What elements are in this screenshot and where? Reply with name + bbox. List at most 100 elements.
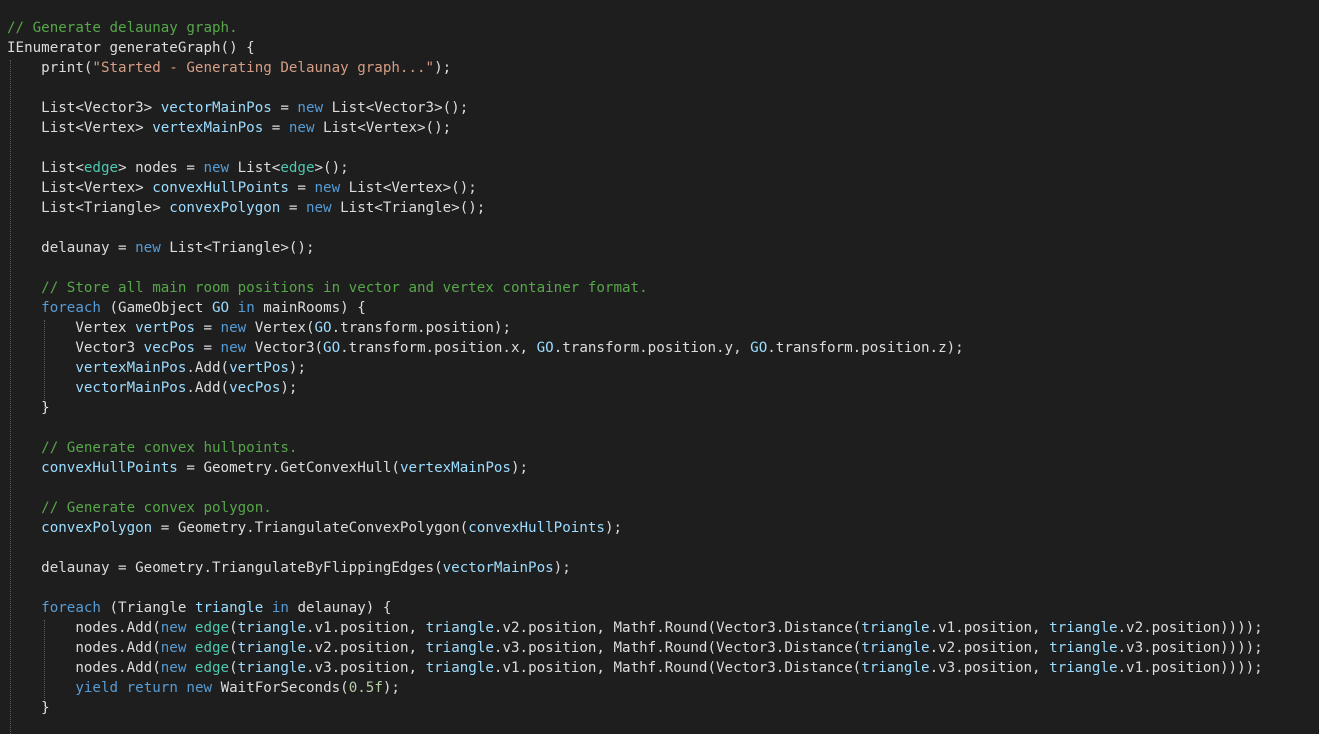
code-token-default: ); [280,380,298,396]
code-token-variable: vectorMainPos [442,560,554,576]
code-token-variable: vertexMainPos [152,120,264,136]
code-token-default: ); [382,680,400,696]
code-token-default: .v2.position, [929,640,1050,656]
code-line: delaunay = Geometry.TriangulateByFlippin… [7,558,1263,578]
code-token-variable: triangle [861,640,930,656]
code-token-default: .v1.position, [929,620,1050,636]
code-line: foreach (GameObject GO in mainRooms) { [7,298,1263,318]
code-token-variable: GO [536,340,554,356]
code-token-comment: // Generate delaunay graph. [7,20,238,36]
code-token-default: .v3.position, Mathf.Round(Vector3.Distan… [493,640,862,656]
code-editor[interactable]: // Generate delaunay graph. IEnumerator g… [0,0,1319,734]
code-token-variable: vertPos [135,320,195,336]
code-token-default: .v3.position)))); [1117,640,1263,656]
code-token-keyword: foreach [41,600,101,616]
code-token-string: "Started - Generating Delaunay graph..." [92,60,435,76]
code-token-keyword: new [305,200,332,216]
code-line: ​ [7,578,1263,598]
code-line: List<Vector3> vectorMainPos = new List<V… [7,98,1263,118]
code-token-type: edge [194,660,230,676]
code-token-default: Vector3( [246,340,324,356]
code-token-default: ); [553,560,571,576]
code-token-default: Vertex( [246,320,315,336]
code-line: nodes.Add(new edge(triangle.v2.position,… [7,638,1263,658]
code-token-variable: GO [314,320,332,336]
code-line: ​ [7,138,1263,158]
code-token-variable: convexHullPoints [468,520,605,536]
code-line: List<Vertex> vertexMainPos = new List<Ve… [7,118,1263,138]
code-line: nodes.Add(new edge(triangle.v1.position,… [7,618,1262,638]
code-token-default: (GameObject [100,300,213,316]
code-token-variable: vectorMainPos [160,100,272,116]
code-token-type: edge [280,160,315,176]
code-line: vertexMainPos.Add(vertPos); [7,358,1263,378]
code-token-keyword: new [314,180,341,196]
code-line: yield return new WaitForSeconds(0.5f); [7,678,1263,698]
code-token-default: } [7,700,50,716]
code-token-default: = [271,100,298,116]
code-line: List<edge> nodes = new List<edge>(); [7,158,1263,178]
code-text[interactable]: // Generate delaunay graph. IEnumerator g… [7,18,1263,718]
code-token-default: List< [229,160,281,176]
code-line: } [7,698,1263,718]
code-token-default: nodes.Add( [7,660,161,676]
code-token-default: List<Vector3> [7,100,161,116]
code-token-default: List<Vector3>(); [323,100,469,116]
code-token-default: ); [604,520,623,536]
code-token-default: delaunay) { [288,600,392,616]
code-line: convexHullPoints = Geometry.GetConvexHul… [7,458,1263,478]
code-token-variable: triangle [1049,640,1118,656]
code-line: // Store all main room positions in vect… [7,278,1263,298]
code-token-variable: convexPolygon [41,520,153,536]
code-token-default: List<Vertex> [7,120,153,136]
code-token-keyword: new [135,240,161,256]
code-token-default [7,520,41,536]
code-token-variable: triangle [861,660,930,676]
code-line: Vertex vertPos = new Vertex(GO.transform… [7,318,1263,338]
code-token-keyword: return [126,680,178,696]
code-line: convexPolygon = Geometry.TriangulateConv… [7,518,1263,538]
code-token-keyword: foreach [41,300,101,316]
code-token-variable: vecPos [143,340,195,356]
code-token-keyword: new [220,340,247,356]
code-token-default: ( [229,620,238,636]
code-token-default [118,680,127,696]
code-token-default: ( [229,660,238,676]
code-token-variable: vertexMainPos [399,460,511,476]
code-token-default: = [288,180,315,196]
code-token-default [7,380,75,396]
code-token-default: } [7,400,50,416]
code-line: List<Triangle> convexPolygon = new List<… [7,198,1263,218]
code-token-default: IEnumerator generateGraph() { [7,40,255,56]
code-token-default: List<Triangle>(); [160,240,315,256]
code-token-default [263,600,272,616]
code-token-default: .Add( [186,360,230,376]
code-token-variable: vecPos [229,380,281,396]
code-token-default: List<Triangle>(); [331,200,486,216]
code-token-variable: triangle [425,660,494,676]
code-line: ​ [7,418,1263,438]
code-token-variable: triangle [1049,660,1118,676]
code-token-variable: triangle [1049,620,1118,636]
code-line: ​ [7,258,1263,278]
code-token-variable: vertPos [229,360,289,376]
code-token-default: .v1.position, Mathf.Round(Vector3.Distan… [493,660,862,676]
code-token-number: 0.5f [348,680,383,696]
code-token-default: = Geometry.GetConvexHull( [177,460,400,476]
code-line: // Generate convex hullpoints. [7,438,1263,458]
code-line: // Generate convex polygon. [7,498,1263,518]
code-token-default [7,600,41,616]
code-token-default: = [194,340,221,356]
code-token-comment: // Generate convex hullpoints. [7,440,298,456]
code-token-default [7,360,75,376]
code-line: vectorMainPos.Add(vecPos); [7,378,1263,398]
code-line: Vector3 vecPos = new Vector3(GO.transfor… [7,338,1263,358]
code-line: IEnumerator generateGraph() { [7,38,1263,58]
code-token-default: delaunay = Geometry.TriangulateByFlippin… [7,560,443,576]
code-token-keyword: new [160,660,187,676]
code-line: delaunay = new List<Triangle>(); [7,238,1263,258]
code-line: List<Vertex> convexHullPoints = new List… [7,178,1263,198]
code-token-default: .transform.position.x, [340,340,537,356]
code-token-default: >(); [314,160,349,176]
code-token-keyword: new [203,160,230,176]
